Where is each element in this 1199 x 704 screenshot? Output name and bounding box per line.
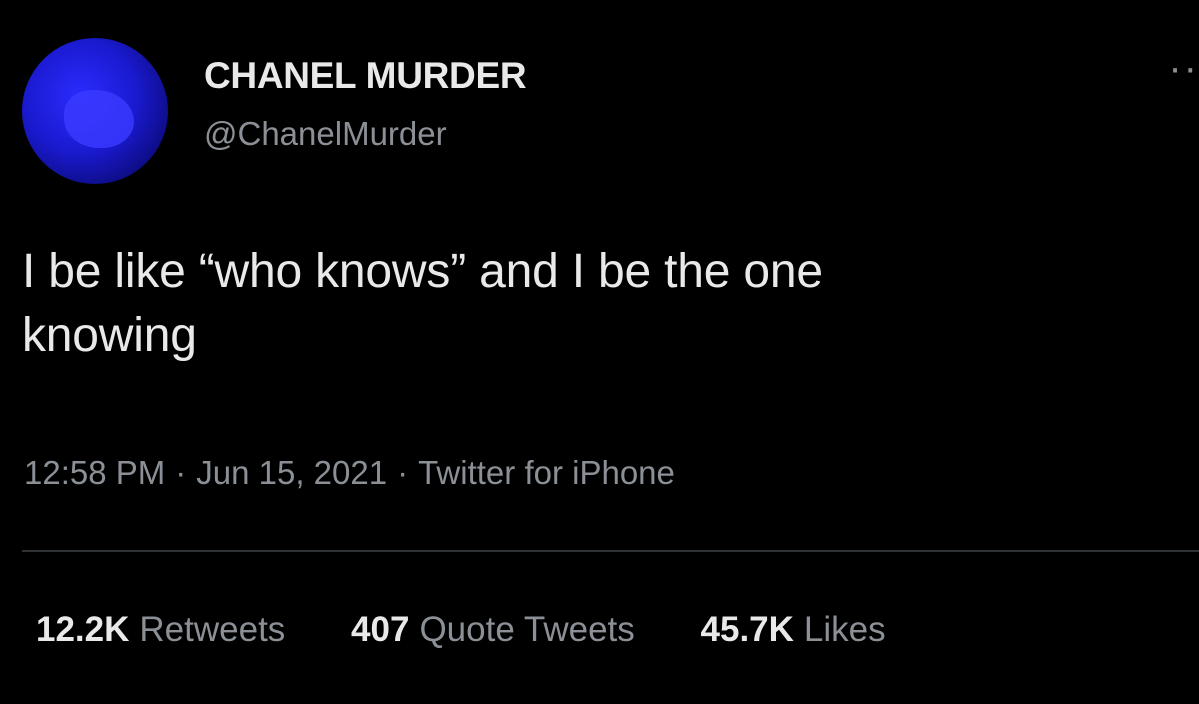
quote-tweets-stat[interactable]: 407 Quote Tweets bbox=[351, 610, 635, 650]
quote-tweets-count: 407 bbox=[351, 610, 410, 649]
avatar[interactable] bbox=[22, 38, 168, 184]
retweets-label: Retweets bbox=[139, 610, 286, 649]
tweet-text-line: knowing bbox=[22, 309, 197, 362]
retweets-count: 12.2K bbox=[36, 610, 130, 649]
tweet-text: I be like “who knows” and I be the one k… bbox=[22, 240, 1192, 368]
tweet-time[interactable]: 12:58 PM bbox=[24, 454, 165, 491]
tweet-card: CHANEL MURDER @ChanelMurder ·· I be like… bbox=[0, 0, 1199, 704]
tweet-stats: 12.2K Retweets 407 Quote Tweets 45.7K Likes bbox=[36, 610, 942, 650]
tweet-text-line: I be like “who knows” and I be the one bbox=[22, 245, 823, 298]
quote-tweets-label: Quote Tweets bbox=[419, 610, 635, 649]
tweet-metadata: 12:58 PM · Jun 15, 2021 · Twitter for iPhone bbox=[24, 454, 675, 492]
likes-label: Likes bbox=[803, 610, 886, 649]
meta-separator: · bbox=[397, 454, 409, 491]
tweet-source[interactable]: Twitter for iPhone bbox=[418, 454, 675, 491]
display-name[interactable]: CHANEL MURDER bbox=[204, 55, 527, 97]
likes-count: 45.7K bbox=[700, 610, 794, 649]
meta-separator: · bbox=[175, 454, 187, 491]
avatar-image bbox=[64, 90, 134, 148]
retweets-stat[interactable]: 12.2K Retweets bbox=[36, 610, 285, 650]
likes-stat[interactable]: 45.7K Likes bbox=[701, 610, 886, 650]
tweet-date[interactable]: Jun 15, 2021 bbox=[196, 454, 387, 491]
user-handle[interactable]: @ChanelMurder bbox=[204, 115, 447, 153]
ellipsis-icon[interactable]: ·· bbox=[1168, 48, 1199, 88]
divider bbox=[22, 550, 1199, 552]
